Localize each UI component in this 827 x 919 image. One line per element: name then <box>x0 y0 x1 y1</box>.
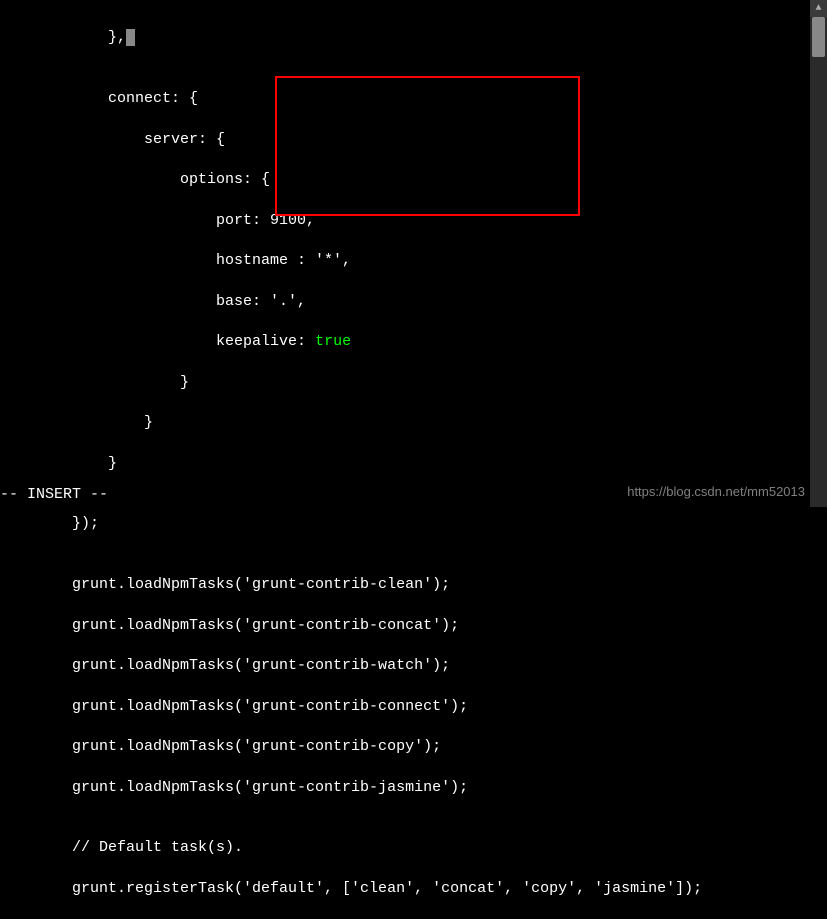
code-line: hostname : '*', <box>0 251 827 271</box>
scrollbar-arrow-up-icon[interactable]: ▲ <box>810 0 827 17</box>
code-line: grunt.loadNpmTasks('grunt-contrib-watch'… <box>0 656 827 676</box>
code-line: } <box>0 454 827 474</box>
code-line: keepalive: true <box>0 332 827 352</box>
code-line: }, <box>0 28 827 48</box>
code-line: } <box>0 373 827 393</box>
vertical-scrollbar[interactable]: ▲ <box>810 0 827 507</box>
code-line: }); <box>0 514 827 534</box>
code-line: base: '.', <box>0 292 827 312</box>
code-line: grunt.loadNpmTasks('grunt-contrib-connec… <box>0 697 827 717</box>
code-line: options: { <box>0 170 827 190</box>
vim-mode-status: -- INSERT -- <box>0 485 108 505</box>
code-line: grunt.registerTask('default', ['clean', … <box>0 879 827 899</box>
text-cursor <box>126 29 135 46</box>
code-line: } <box>0 413 827 433</box>
keyword-true: true <box>315 333 351 350</box>
code-line: grunt.loadNpmTasks('grunt-contrib-jasmin… <box>0 778 827 798</box>
code-line: grunt.loadNpmTasks('grunt-contrib-copy')… <box>0 737 827 757</box>
code-editor[interactable]: }, connect: { server: { options: { port:… <box>0 0 827 919</box>
code-line: grunt.loadNpmTasks('grunt-contrib-concat… <box>0 616 827 636</box>
code-line: connect: { <box>0 89 827 109</box>
code-line: port: 9100, <box>0 211 827 231</box>
code-line: // Default task(s). <box>0 838 827 858</box>
watermark-text: https://blog.csdn.net/mm52013 <box>627 483 805 501</box>
scrollbar-thumb[interactable] <box>812 17 825 57</box>
code-line: server: { <box>0 130 827 150</box>
code-line: grunt.loadNpmTasks('grunt-contrib-clean'… <box>0 575 827 595</box>
